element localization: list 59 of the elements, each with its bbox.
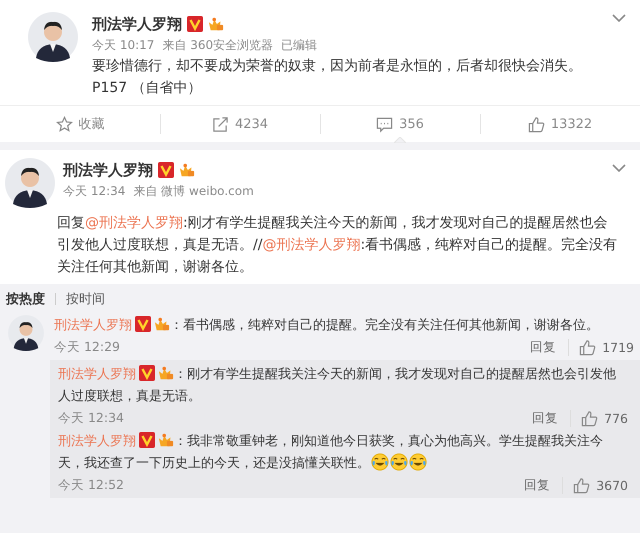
sort-tab[interactable]: 按时间 [66, 290, 105, 308]
mention-link[interactable]: @刑法学人罗翔 [85, 215, 183, 231]
member-icon [208, 16, 224, 32]
comment-text: 刑法学人罗翔 ：看书偶感，纯粹对自己的提醒。完全没有关注任何其他新闻，谢谢各位。 [54, 315, 600, 335]
laughing-emoji-icon [371, 453, 389, 471]
like-button[interactable]: 13322 [480, 106, 640, 142]
thumbs-up-icon [581, 410, 598, 427]
member-icon [179, 162, 195, 178]
member-icon [158, 365, 174, 381]
share-icon [212, 116, 229, 132]
like-count[interactable]: 1719 [579, 339, 634, 356]
post-time: 今天 10:17 [92, 37, 154, 54]
author-name[interactable]: 刑法学人罗翔 [58, 367, 136, 382]
post-source: 来自 360安全浏览器 [162, 37, 274, 54]
laughing-emoji-icon [409, 453, 427, 471]
verified-icon [158, 162, 174, 178]
thumbs-up-icon [573, 477, 590, 494]
repost-text: 回复@刑法学人罗翔:刚才有学生提醒我关注今天的新闻，我才发现对自己的提醒居然也会引发他人过度联想，真是无语。//@刑法学人罗翔:看书偶感，纯粹对自己的提醒。完全没有关注任何其他新闻，谢谢各位。 [57, 214, 618, 277]
chevron-down-icon[interactable] [612, 14, 626, 22]
comment-time: 今天 12:29 [54, 339, 121, 356]
reply-button[interactable]: 回复 [532, 410, 572, 427]
thumbs-up-icon [579, 339, 596, 356]
author-name[interactable]: 刑法学人罗翔 [92, 14, 182, 34]
verified-icon [139, 365, 155, 381]
comment-text: 刑法学人罗翔 ：刚才有学生提醒我关注今天的新闻，我才发现对自己的提醒居然也会引发他人过度联想，真是无语。 [58, 364, 617, 406]
favorite-button[interactable]: 收藏 [0, 106, 160, 142]
post-time: 今天 12:34 [63, 183, 126, 200]
author-name[interactable]: 刑法学人罗翔 [54, 318, 132, 333]
chevron-down-icon[interactable] [612, 164, 626, 172]
verified-icon [187, 16, 203, 32]
like-count[interactable]: 3670 [573, 477, 628, 494]
comment-time: 今天 12:52 [58, 477, 125, 494]
post-text: P157 （自省中） [92, 79, 203, 98]
repost-button[interactable]: 4234 [160, 106, 320, 142]
sort-tab[interactable]: 按热度 [6, 290, 45, 308]
verified-icon [135, 316, 151, 332]
comment-time: 今天 12:34 [58, 410, 125, 427]
reply-button[interactable]: 回复 [530, 339, 570, 356]
pointer-icon [394, 137, 406, 143]
member-icon [158, 432, 174, 448]
member-icon [154, 316, 170, 332]
mention-link[interactable]: @刑法学人罗翔 [262, 237, 360, 253]
comment-text: 刑法学人罗翔 ：我非常敬重钟老，刚知道他今日获奖，真心为他高兴。学生提醒我关注今天，我还查了一下历史上的今天，还是没搞懂关联性。 [58, 431, 604, 473]
author-name[interactable]: 刑法学人罗翔 [58, 434, 136, 449]
star-icon [56, 116, 72, 132]
edited-label: 已编辑 [281, 37, 318, 54]
avatar[interactable] [8, 315, 44, 351]
author-name[interactable]: 刑法学人罗翔 [63, 160, 153, 180]
thumbs-up-icon [528, 116, 545, 132]
verified-icon [139, 432, 155, 448]
comment-button[interactable]: 356 [320, 106, 480, 142]
laughing-emoji-icon [390, 453, 408, 471]
post-text: 要珍惜德行，却不要成为荣誉的奴隶，因为前者是永恒的，后者却很快会消失。 [92, 57, 583, 76]
comment-icon [376, 116, 394, 132]
post-source: 来自 微博 weibo.com [133, 183, 254, 200]
reply-button[interactable]: 回复 [524, 477, 564, 494]
avatar[interactable] [5, 158, 55, 208]
like-count[interactable]: 776 [581, 410, 628, 427]
avatar[interactable] [28, 12, 78, 62]
